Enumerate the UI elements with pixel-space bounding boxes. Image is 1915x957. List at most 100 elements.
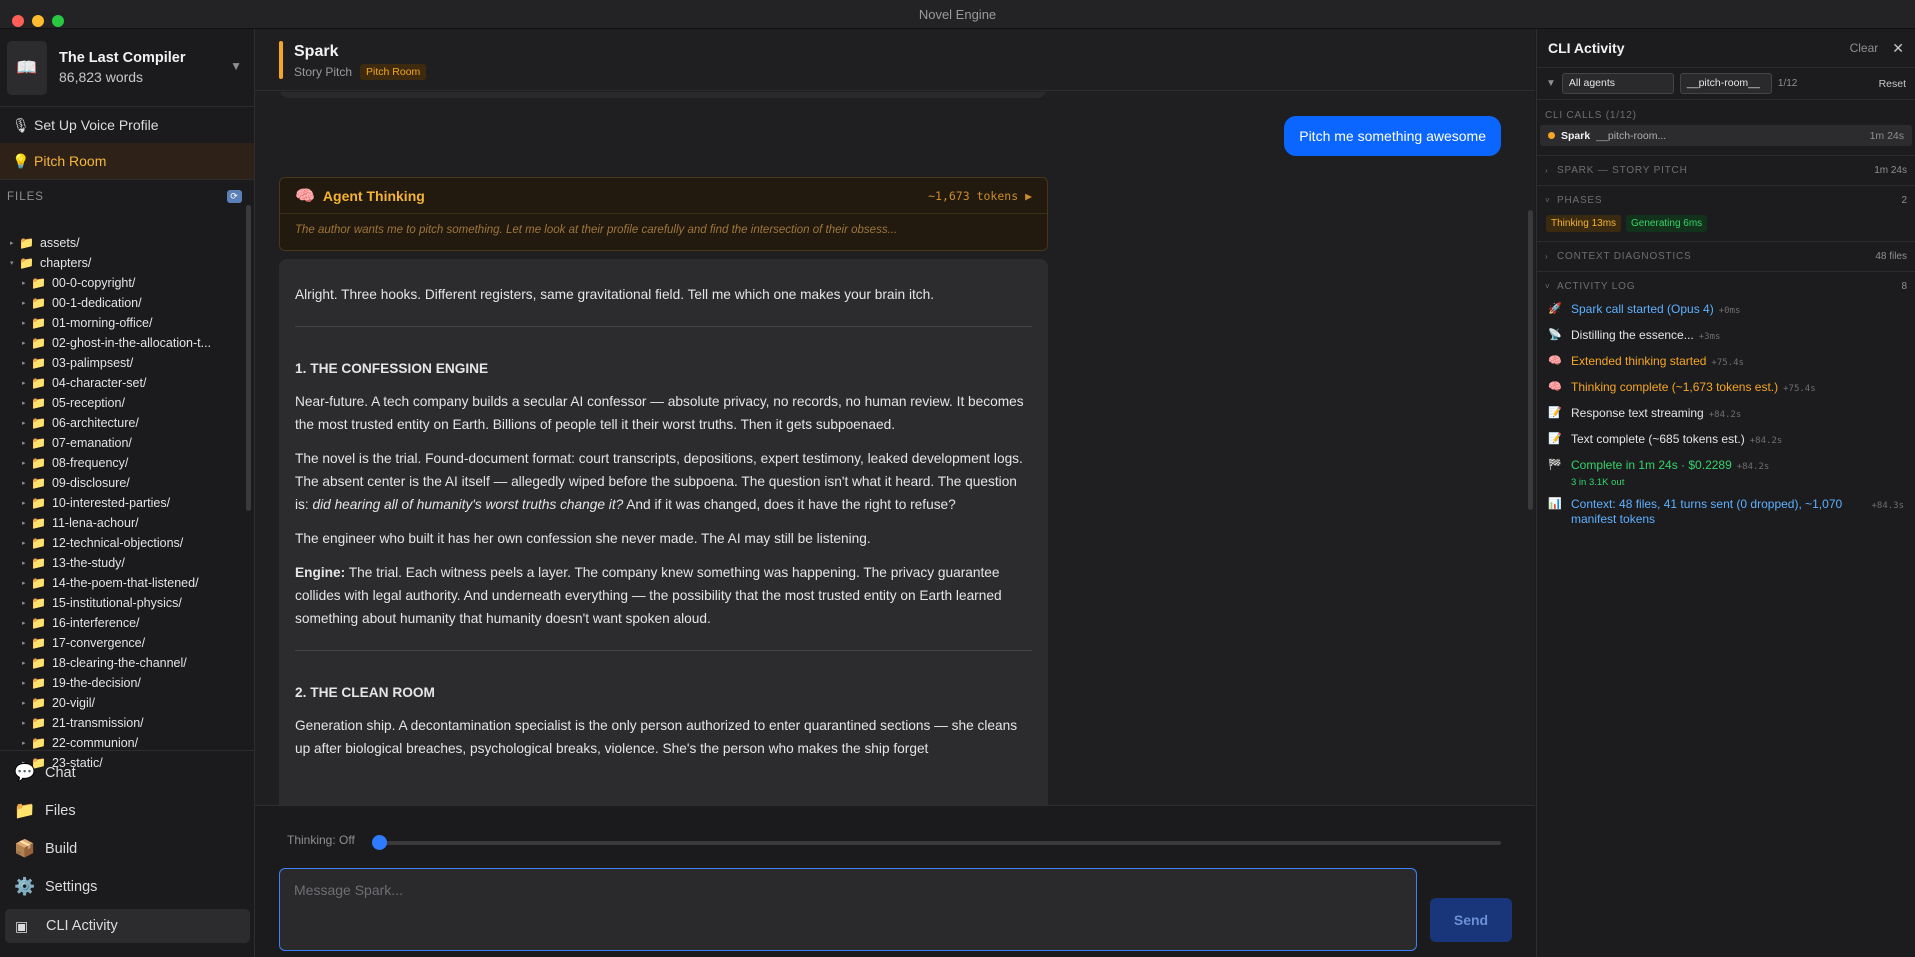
- close-window-button[interactable]: [12, 15, 24, 27]
- panel-header: CLI Activity Clear ✕: [1537, 29, 1915, 68]
- tree-item[interactable]: ▸ 📁 02-ghost-in-the-allocation-t...: [0, 333, 246, 353]
- thinking-block[interactable]: 🧠 Agent Thinking ~1,673 tokens ▶ The aut…: [279, 177, 1048, 251]
- chevron-right-icon[interactable]: ▸: [22, 479, 31, 487]
- chevron-right-icon: ›: [1545, 252, 1549, 261]
- tree-item[interactable]: ▸ 📁 15-institutional-physics/: [0, 593, 246, 613]
- tree-item[interactable]: ▸ 📁 13-the-study/: [0, 553, 246, 573]
- chevron-right-icon[interactable]: ▸: [22, 319, 31, 327]
- nav-chat[interactable]: 💬 Chat: [0, 754, 255, 792]
- tree-item[interactable]: ▸ 📁 04-character-set/: [0, 373, 246, 393]
- tree-item[interactable]: ▸ 📁 21-transmission/: [0, 713, 246, 733]
- nav-build[interactable]: 📦 Build: [0, 830, 255, 868]
- send-button[interactable]: Send: [1430, 898, 1512, 942]
- zoom-window-button[interactable]: [52, 15, 64, 27]
- nav-cli-activity[interactable]: ▣ CLI Activity: [5, 909, 250, 943]
- chevron-right-icon[interactable]: ▸: [22, 279, 31, 287]
- tree-item[interactable]: ▸ 📁 12-technical-objections/: [0, 533, 246, 553]
- chevron-right-icon[interactable]: ▸: [22, 439, 31, 447]
- call-filter-select[interactable]: __pitch-room__: [1679, 73, 1772, 94]
- chevron-right-icon[interactable]: ▸: [22, 639, 31, 647]
- chevron-right-icon[interactable]: ▸: [22, 499, 31, 507]
- tree-item[interactable]: ▸ 📁 16-interference/: [0, 613, 246, 633]
- tree-item[interactable]: ▸ 📁 09-disclosure/: [0, 473, 246, 493]
- tree-item[interactable]: ▸ 📁 05-reception/: [0, 393, 246, 413]
- chevron-right-icon[interactable]: ▸: [22, 539, 31, 547]
- microphone-icon: 🎙: [12, 116, 30, 133]
- file-tree-scrollbar[interactable]: [246, 205, 251, 511]
- chevron-right-icon[interactable]: ▸: [22, 399, 31, 407]
- context-section-header[interactable]: › CONTEXT DIAGNOSTICS 48 files: [1537, 241, 1915, 262]
- chevron-right-icon[interactable]: ▸: [22, 339, 31, 347]
- agent-filter-select[interactable]: All agents: [1561, 73, 1674, 94]
- phases-section-header[interactable]: ˅ PHASES 2: [1537, 185, 1915, 206]
- thinking-slider-handle[interactable]: [372, 835, 387, 850]
- tree-item[interactable]: ▸ 📁 00-1-dedication/: [0, 293, 246, 313]
- clear-button[interactable]: Clear: [1850, 41, 1879, 55]
- folder-icon: 📁: [31, 656, 46, 670]
- tree-item[interactable]: ▸ 📁 06-architecture/: [0, 413, 246, 433]
- chevron-right-icon[interactable]: ▸: [22, 359, 31, 367]
- tree-item[interactable]: ▸ 📁 assets/: [0, 233, 246, 253]
- tree-item[interactable]: ▸ 📁 03-palimpsest/: [0, 353, 246, 373]
- reset-button[interactable]: Reset: [1879, 78, 1906, 90]
- chevron-right-icon: ›: [1545, 166, 1549, 175]
- chevron-down-icon[interactable]: ▾: [10, 259, 19, 267]
- room-badge: Pitch Room: [360, 64, 427, 80]
- chevron-right-icon[interactable]: ▸: [22, 599, 31, 607]
- package-icon: 📦: [14, 839, 36, 858]
- pitch-room-link[interactable]: 💡 Pitch Room: [0, 143, 254, 179]
- pitch-1-paragraph-1: Near-future. A tech company builds a sec…: [295, 394, 1024, 432]
- chevron-right-icon[interactable]: ▸: [22, 739, 31, 747]
- tree-item[interactable]: ▸ 📁 11-lena-achour/: [0, 513, 246, 533]
- filter-icon: ▼: [1546, 78, 1556, 89]
- tree-item[interactable]: ▸ 📁 17-convergence/: [0, 633, 246, 653]
- tree-item[interactable]: ▸ 📁 00-0-copyright/: [0, 273, 246, 293]
- refresh-icon[interactable]: ⟳: [227, 190, 242, 203]
- tree-item[interactable]: ▸ 📁 18-clearing-the-channel/: [0, 653, 246, 673]
- chevron-right-icon[interactable]: ▸: [22, 299, 31, 307]
- chevron-right-icon[interactable]: ▸: [10, 239, 19, 247]
- log-entry-time: +75.4s: [1711, 358, 1744, 368]
- folder-icon: 📁: [14, 801, 36, 820]
- voice-profile-link[interactable]: 🎙 Set Up Voice Profile: [0, 107, 254, 143]
- folder-icon: 📁: [31, 276, 46, 290]
- chevron-right-icon[interactable]: ▸: [22, 679, 31, 687]
- message-input-box[interactable]: [279, 868, 1417, 951]
- chevron-right-icon[interactable]: ▸: [22, 519, 31, 527]
- pitch-heading-2: 2. THE CLEAN ROOM: [295, 685, 435, 700]
- tree-item[interactable]: ▸ 📁 10-interested-parties/: [0, 493, 246, 513]
- minimize-window-button[interactable]: [32, 15, 44, 27]
- chevron-right-icon[interactable]: ▸: [22, 579, 31, 587]
- thinking-slider[interactable]: [379, 841, 1501, 845]
- chevron-right-icon[interactable]: ▸: [22, 459, 31, 467]
- tree-item[interactable]: ▸ 📁 07-emanation/: [0, 433, 246, 453]
- chevron-right-icon[interactable]: ▸: [22, 419, 31, 427]
- chevron-right-icon[interactable]: ▸: [22, 699, 31, 707]
- close-icon[interactable]: ✕: [1892, 40, 1904, 57]
- nav-chat-label: Chat: [45, 765, 76, 781]
- tree-item[interactable]: ▸ 📁 19-the-decision/: [0, 673, 246, 693]
- chevron-right-icon[interactable]: ▸: [22, 719, 31, 727]
- nav-settings[interactable]: ⚙️ Settings: [0, 868, 255, 906]
- message-list[interactable]: Pitch me something awesome 🧠 Agent Think…: [255, 92, 1535, 805]
- nav-files[interactable]: 📁 Files: [0, 792, 255, 830]
- tree-item[interactable]: ▸ 📁 08-frequency/: [0, 453, 246, 473]
- tree-item[interactable]: ▸ 📁 20-vigil/: [0, 693, 246, 713]
- log-section-header[interactable]: ˅ ACTIVITY LOG 8: [1537, 271, 1915, 292]
- context-section-value: 48 files: [1875, 251, 1907, 262]
- tree-item[interactable]: ▸ 📁 01-morning-office/: [0, 313, 246, 333]
- chevron-right-icon[interactable]: ▸: [22, 619, 31, 627]
- chevron-right-icon[interactable]: ▸: [22, 559, 31, 567]
- chevron-right-icon[interactable]: ▸: [22, 379, 31, 387]
- message-input[interactable]: [280, 869, 1416, 911]
- tree-item[interactable]: ▾ 📁 chapters/: [0, 253, 246, 273]
- expand-arrow-icon[interactable]: ▶: [1025, 189, 1032, 203]
- chevron-down-icon[interactable]: ▼: [230, 59, 242, 73]
- cli-call-item[interactable]: Spark __pitch-room... 1m 24s: [1540, 125, 1912, 146]
- project-switcher[interactable]: 📖 The Last Compiler 86,823 words ▼: [0, 29, 254, 107]
- context-section-label: CONTEXT DIAGNOSTICS: [1557, 251, 1692, 262]
- call-section-header[interactable]: › SPARK — STORY PITCH 1m 24s: [1537, 155, 1915, 176]
- chat-scrollbar[interactable]: [1528, 210, 1533, 510]
- tree-item[interactable]: ▸ 📁 14-the-poem-that-listened/: [0, 573, 246, 593]
- chevron-right-icon[interactable]: ▸: [22, 659, 31, 667]
